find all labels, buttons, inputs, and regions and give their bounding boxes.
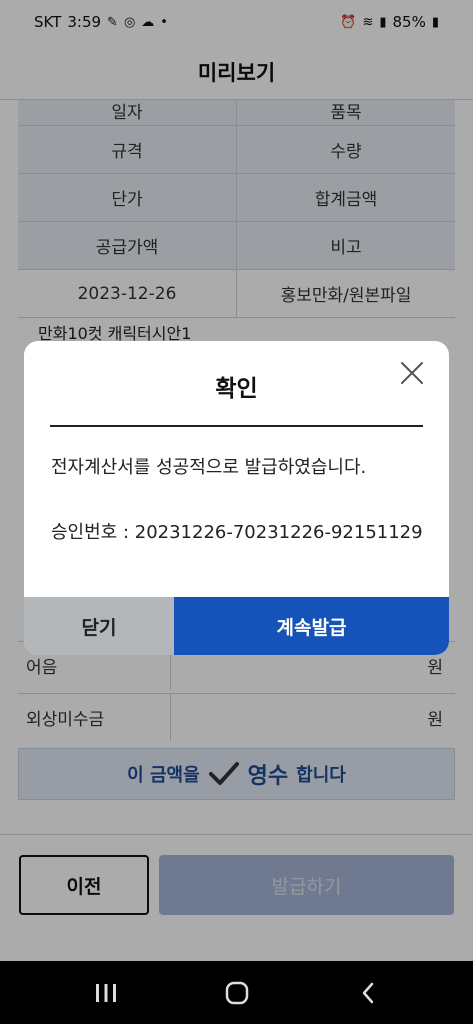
confirm-dialog: 확인 전자계산서를 성공적으로 발급하였습니다. 승인번호 : 20231226… <box>24 341 449 655</box>
continue-issue-button[interactable]: 계속발급 <box>174 597 449 655</box>
close-icon[interactable] <box>399 360 425 386</box>
back-button[interactable] <box>338 973 398 1013</box>
approval-number: 승인번호 : 20231226-70231226-92151129 <box>51 522 423 543</box>
recent-apps-icon <box>95 983 116 1002</box>
home-icon <box>225 981 248 1004</box>
dialog-divider <box>50 425 423 427</box>
back-icon <box>362 982 373 1003</box>
home-button[interactable] <box>207 973 267 1013</box>
dialog-close-button[interactable]: 닫기 <box>24 597 174 655</box>
dialog-message: 전자계산서를 성공적으로 발급하였습니다. <box>51 457 367 478</box>
recent-apps-button[interactable] <box>76 973 136 1013</box>
system-nav-bar <box>0 961 473 1024</box>
dialog-title: 확인 <box>215 376 258 402</box>
